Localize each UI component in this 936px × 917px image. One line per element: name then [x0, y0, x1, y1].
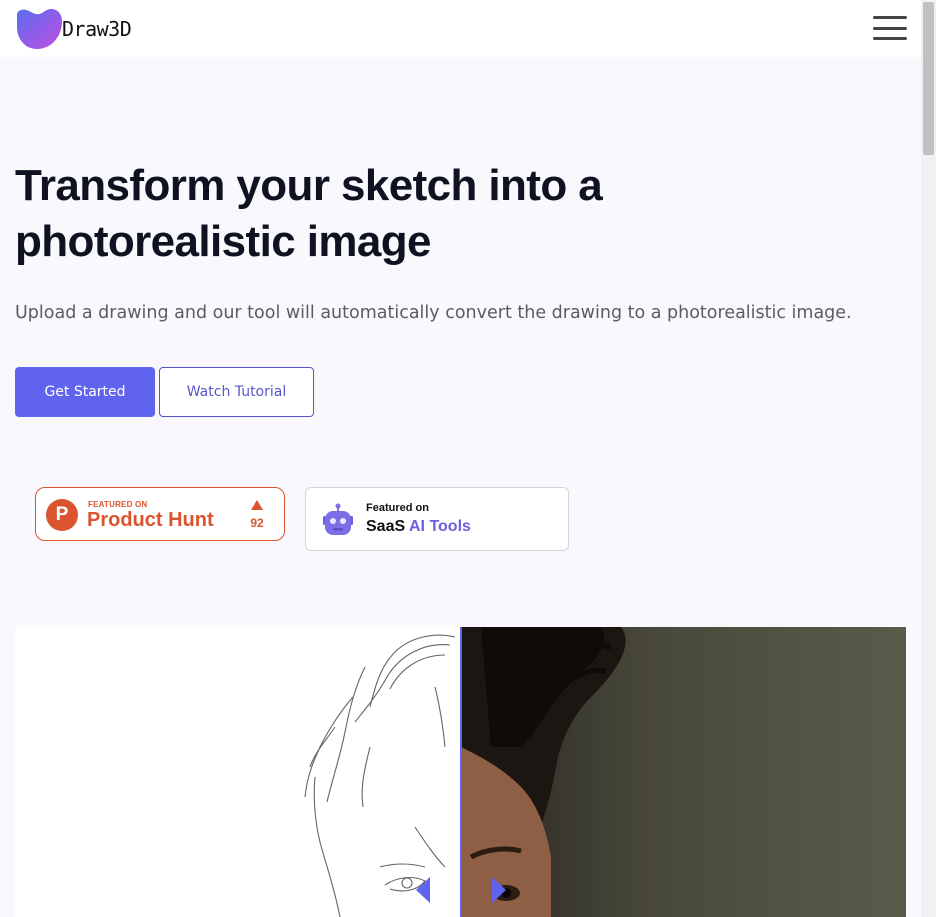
- get-started-button[interactable]: Get Started: [15, 367, 155, 417]
- watch-tutorial-button[interactable]: Watch Tutorial: [159, 367, 314, 417]
- scrollbar-thumb[interactable]: [923, 2, 934, 155]
- comparison-divider[interactable]: [460, 627, 462, 917]
- hero-subtitle: Upload a drawing and our tool will autom…: [15, 303, 852, 323]
- saas-ai-tools-name: SaaS AI Tools: [366, 518, 471, 536]
- arrow-right-icon[interactable]: [492, 877, 506, 903]
- photo-portrait: [461, 627, 626, 917]
- arrow-left-icon[interactable]: [416, 877, 430, 903]
- hamburger-menu-icon[interactable]: [873, 16, 907, 40]
- saas-featured-label: Featured on: [366, 502, 429, 514]
- photorealistic-image: [461, 627, 906, 917]
- upvote-arrow-icon: [251, 500, 263, 510]
- before-after-comparison[interactable]: [15, 627, 906, 917]
- product-hunt-featured-label: FEATURED ON: [88, 500, 148, 509]
- hero-title: Transform your sketch into a photorealis…: [15, 161, 603, 266]
- upvote-count: 92: [250, 516, 264, 530]
- product-hunt-name: Product Hunt: [87, 509, 214, 531]
- site-header: Draw3D: [0, 0, 921, 57]
- product-hunt-badge[interactable]: P FEATURED ON Product Hunt 92: [35, 487, 285, 541]
- sketch-image: [15, 627, 461, 917]
- page-scrollbar[interactable]: [921, 0, 936, 917]
- brand-logo-icon: [17, 9, 62, 49]
- sketch-drawing: [304, 634, 456, 917]
- robot-icon: [323, 503, 353, 535]
- saas-ai-tools-badge[interactable]: Featured on SaaS AI Tools: [305, 487, 569, 551]
- page: Draw3D Transform your sketch into a phot…: [0, 0, 921, 917]
- product-hunt-logo-icon: P: [46, 499, 78, 531]
- saas-name-part1: SaaS: [366, 518, 406, 535]
- brand-logo-link[interactable]: Draw3D: [15, 9, 132, 49]
- brand-name: Draw3D: [62, 17, 132, 41]
- saas-name-part2: AI Tools: [409, 518, 471, 535]
